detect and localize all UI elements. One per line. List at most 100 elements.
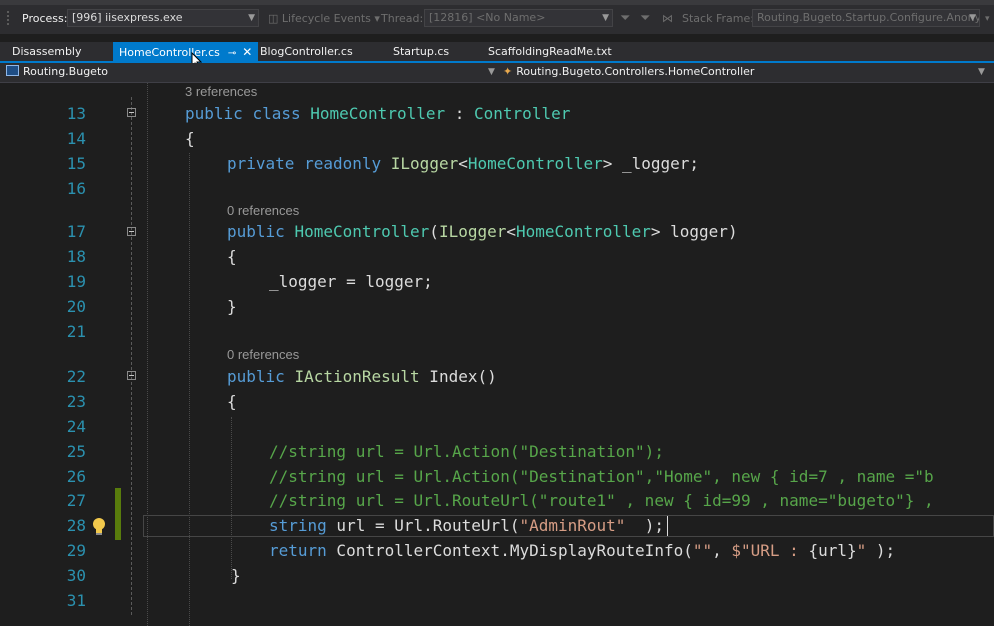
text-caret [667, 516, 668, 536]
code-token: { [227, 247, 237, 266]
code-token: //string url = Url.Action("Destination",… [269, 467, 934, 486]
chevron-down-icon: ▼ [978, 67, 985, 77]
code-line[interactable]: 25 //string url = Url.Action("Destination… [0, 439, 994, 464]
code-line[interactable]: 30} [0, 563, 994, 588]
debug-location-toolbar: Process: [996] iisexpress.exe ▼ ◫ Lifecy… [0, 0, 994, 34]
code-token: , [712, 541, 732, 560]
code-line[interactable]: 17 public HomeController(ILogger<HomeCont… [0, 219, 994, 244]
code-line[interactable]: 27 //string url = Url.RouteUrl("route1" ,… [0, 488, 994, 513]
code-editor[interactable]: 3 references 0 references 0 references 1… [0, 83, 994, 626]
line-number: 28 [66, 516, 86, 535]
filter-icon[interactable]: ⏷ [620, 11, 630, 27]
code-token: { [227, 392, 237, 411]
code-token: IActionResult [294, 367, 420, 386]
code-text: private readonly ILogger<HomeController>… [227, 151, 699, 176]
code-token: > _logger; [602, 154, 700, 173]
code-token: return [269, 541, 327, 560]
toolbar-overflow-icon[interactable]: ▾ [985, 11, 990, 27]
tab-label: HomeController.cs [119, 46, 220, 59]
close-icon[interactable]: ✕ [242, 45, 252, 59]
tab-startup[interactable]: Startup.cs [393, 42, 449, 62]
code-token: } [227, 297, 237, 316]
code-line[interactable]: 13 public class HomeController : Controll… [0, 101, 994, 126]
code-token: < [506, 222, 517, 241]
code-text: public class HomeController : Controller [185, 101, 570, 126]
code-token: Controller [474, 104, 571, 123]
code-token: > logger) [650, 222, 738, 241]
line-number: 26 [66, 467, 86, 486]
tab-scaffolding-readme[interactable]: ScaffoldingReadMe.txt [488, 42, 612, 62]
code-text: { [185, 126, 195, 151]
code-line[interactable]: 16 [0, 176, 994, 201]
class-icon: ✦ [503, 65, 513, 78]
code-token: Index() [419, 367, 497, 386]
code-text: return ControllerContext.MyDisplayRouteI… [269, 538, 895, 563]
code-token: ILogger [438, 222, 507, 241]
thread-dropdown[interactable]: [12816] <No Name> ▼ [424, 9, 613, 27]
line-number: 29 [66, 541, 86, 560]
tab-label: Startup.cs [393, 45, 450, 58]
code-token: ); [866, 541, 896, 560]
code-line[interactable]: 19 _logger = logger; [0, 269, 994, 294]
code-line[interactable]: 26 //string url = Url.Action("Destination… [0, 464, 994, 489]
lifecycle-events-button[interactable]: ◫ Lifecycle Events ▾ [268, 11, 380, 27]
code-line[interactable]: 20} [0, 294, 994, 319]
tab-homecontroller[interactable]: HomeController.cs ⊸ ✕ [113, 42, 259, 62]
thread-value: [12816] <No Name> [429, 11, 546, 24]
chevron-down-icon: ▾ [374, 12, 380, 25]
stack-frame-icon: ⋈ [662, 12, 673, 25]
code-token: ); [635, 516, 664, 535]
line-number: 19 [66, 272, 86, 291]
tab-label: BlogController.cs [260, 45, 353, 58]
code-token: HomeController [310, 104, 446, 123]
code-line[interactable]: 28 string url = Url.RouteUrl("AdminRout" … [0, 513, 994, 538]
code-token: " [856, 541, 867, 560]
code-token: HomeController [467, 154, 603, 173]
toolbar-grip[interactable] [6, 10, 10, 26]
tab-disassembly[interactable]: Disassembly [12, 42, 82, 62]
flag-filter-icon[interactable]: ⏷ [640, 11, 650, 27]
code-text: _logger = logger; [269, 269, 433, 294]
pin-icon[interactable]: ⊸ [228, 48, 236, 59]
code-token: : [445, 104, 475, 123]
line-number: 25 [66, 442, 86, 461]
code-line[interactable]: 23 { [0, 389, 994, 414]
codelens-references[interactable]: 0 references [227, 202, 299, 220]
code-token: _logger = logger; [269, 272, 433, 291]
project-icon [6, 65, 19, 76]
stack-frame-dropdown[interactable]: Routing.Bugeto.Startup.Configure.Anonyi … [752, 9, 980, 27]
code-token: "AdminRout" [519, 516, 626, 535]
code-line[interactable]: 29 return ControllerContext.MyDisplayRout… [0, 538, 994, 563]
tab-label: ScaffoldingReadMe.txt [488, 45, 612, 58]
code-token: string [269, 516, 327, 535]
code-token: $"URL : [731, 541, 809, 560]
lifecycle-label: Lifecycle Events [281, 12, 371, 25]
code-line[interactable]: 31 [0, 588, 994, 613]
tab-blogcontroller[interactable]: BlogController.cs [260, 42, 353, 62]
code-token: //string url = Url.Action("Destination")… [269, 442, 664, 461]
process-dropdown[interactable]: [996] iisexpress.exe ▼ [67, 9, 259, 27]
line-number: 30 [66, 566, 86, 585]
code-token: public [227, 222, 285, 241]
code-text: } [231, 563, 241, 588]
code-line[interactable]: 18 { [0, 244, 994, 269]
type-dropdown[interactable]: ✦ Routing.Bugeto.Controllers.HomeControll… [503, 63, 986, 81]
code-token: url = Url.RouteUrl( [326, 516, 520, 535]
codelens-references[interactable]: 0 references [227, 346, 299, 364]
code-line[interactable]: 21 [0, 319, 994, 344]
project-dropdown[interactable]: Routing.Bugeto [6, 63, 498, 81]
code-line[interactable]: 14 { [0, 126, 994, 151]
line-number: 27 [66, 491, 86, 510]
line-number: 31 [66, 591, 86, 610]
line-number: 17 [66, 222, 86, 241]
line-number: 15 [66, 154, 86, 173]
code-line[interactable]: 15 private readonly ILogger<HomeControlle… [0, 151, 994, 176]
codelens-references[interactable]: 3 references [185, 83, 257, 101]
code-line[interactable]: 24 [0, 414, 994, 439]
chevron-down-icon: ▼ [969, 13, 976, 23]
code-line[interactable]: 22 public IActionResult Index() [0, 364, 994, 389]
line-number: 21 [66, 322, 86, 341]
